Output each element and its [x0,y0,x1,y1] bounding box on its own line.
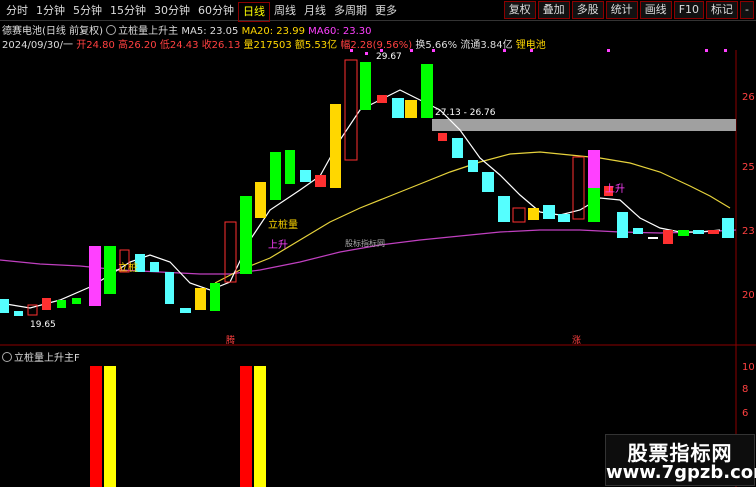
sub-axis-8: 8 [742,384,749,395]
sub-indicator-title[interactable]: 立桩量上升主F [2,349,80,364]
tab-5min[interactable]: 5分钟 [69,2,106,22]
tab-weekly[interactable]: 周线 [270,2,300,22]
up-label-2: 上升 [268,240,288,251]
tab-60min[interactable]: 60分钟 [194,2,238,22]
watermark-line2: www.7gpzb.com [606,462,756,483]
quote-low: 低24.43 [159,40,199,51]
mark-2: 涨 [572,336,582,346]
fuquan-button[interactable]: 复权 [503,1,536,19]
quote-concept[interactable]: 锂电池 [516,40,546,51]
quote-turnover: 换5.66% [415,40,458,51]
price-axis-26: 26 [742,92,755,103]
low-label: 19.65 [30,320,56,330]
range-label: 27.13 - 26.76 [435,108,496,118]
center-watermark: 股标指标网 [345,239,385,248]
lizhuang-label-3: 立桩量 [268,220,298,231]
period-tabs: 分时 1分钟 5分钟 15分钟 30分钟 60分钟 日线 周线 月线 多周期 更… [2,2,401,22]
tab-30min[interactable]: 30分钟 [150,2,194,22]
ma60-line [0,229,737,275]
sub-axis-6: 6 [742,408,749,419]
up-label-3: 上升 [605,184,625,195]
mark-button[interactable]: 标记 [706,1,739,19]
tab-more[interactable]: 更多 [371,2,401,22]
sub-bars [90,366,266,487]
quote-date: 2024/09/30/一 [2,40,74,51]
tab-fenshi[interactable]: 分时 [2,2,32,22]
mark-1: 腾 [226,336,236,346]
high-label: 29.67 [376,52,402,62]
tab-1min[interactable]: 1分钟 [32,2,69,22]
lizhuang-label-1: 立桩 [118,263,138,274]
indicator-header: 德赛电池(日线 前复权) 立桩量上升主 MA5: 23.05 MA20: 23.… [2,22,372,37]
draw-line-button[interactable]: 画线 [639,1,672,19]
multi-stock-button[interactable]: 多股 [571,1,604,19]
ma5-line [0,89,721,309]
quote-open: 开24.80 [76,40,115,51]
f10-button[interactable]: F10 [673,1,705,19]
tab-multi-period[interactable]: 多周期 [330,2,371,22]
sub-settings-circle-icon[interactable] [2,352,12,362]
quote-change: 幅2.28(9.56%) [340,40,413,51]
settings-circle-icon[interactable] [106,25,117,35]
sub-axis-10: 10 [742,362,755,373]
quote-float: 流通3.84亿 [460,40,513,51]
quote-close: 收26.13 [201,40,241,51]
price-axis-22: 20 [742,290,755,301]
top-toolbar: 分时 1分钟 5分钟 15分钟 30分钟 60分钟 日线 周线 月线 多周期 更… [0,0,756,22]
overlay-button[interactable]: 叠加 [537,1,570,19]
tab-monthly[interactable]: 月线 [300,2,330,22]
tab-daily[interactable]: 日线 [238,2,270,22]
quote-info-row: 2024/09/30/一 开24.80 高26.20 低24.43 收26.13… [2,36,546,51]
watermark-box: 股票指标网 www.7gpzb.com [605,434,756,486]
statistics-button[interactable]: 统计 [605,1,638,19]
tab-15min[interactable]: 15分钟 [106,2,150,22]
quote-amount: 额5.53亿 [294,40,338,51]
quote-high: 高26.20 [118,40,157,51]
range-band [432,119,736,131]
price-axis-23: 23 [742,226,755,237]
quote-volume: 量217503 [243,40,292,51]
right-toolbar: 复权 叠加 多股 统计 画线 F10 标记 - [503,1,754,19]
price-axis-25: 25 [742,162,755,173]
collapse-button[interactable]: - [740,1,754,19]
